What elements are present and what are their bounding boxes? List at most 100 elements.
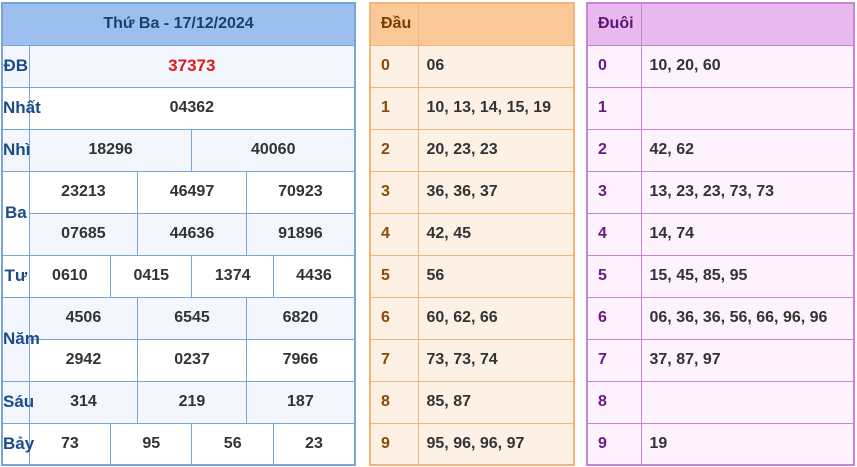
duoi-values: 37, 87, 97	[640, 338, 855, 382]
duoi-row: 2 42, 62	[586, 128, 855, 172]
dau-row: 6 60, 62, 66	[369, 296, 575, 340]
prize-value: 56	[191, 422, 274, 466]
dau-values: 42, 45	[417, 212, 575, 256]
duoi-key: 6	[586, 296, 642, 340]
dau-row: 8 85, 87	[369, 380, 575, 424]
duoi-values: 13, 23, 23, 73, 73	[640, 170, 855, 214]
duoi-values: 14, 74	[640, 212, 855, 256]
prize-value: 1374	[191, 254, 274, 298]
dau-key: 2	[369, 128, 419, 172]
dau-values: 73, 73, 74	[417, 338, 575, 382]
duoi-key: 0	[586, 44, 642, 88]
prize-value: 70923	[245, 170, 356, 214]
prize-label-sau: Sáu	[1, 380, 34, 424]
prize-row-nam-1: Năm 4506 6545 6820	[1, 296, 356, 382]
duoi-values: 10, 20, 60	[640, 44, 855, 88]
dau-key: 7	[369, 338, 419, 382]
prize-value: 314	[28, 380, 139, 424]
dau-row: 3 36, 36, 37	[369, 170, 575, 214]
prize-value: 73	[28, 422, 112, 466]
duoi-values	[640, 86, 855, 130]
dau-row: 1 10, 13, 14, 15, 19	[369, 86, 575, 130]
duoi-row: 6 06, 36, 36, 56, 66, 96, 96	[586, 296, 855, 340]
prize-value: 44636	[137, 212, 247, 256]
prize-value: 46497	[137, 170, 247, 214]
special-prize-value: 37373	[28, 44, 356, 88]
prize-label-nhi: Nhì	[1, 128, 30, 172]
dau-key: 6	[369, 296, 419, 340]
results-header-row: Thứ Ba - 17/12/2024	[1, 2, 356, 46]
prize-value: 0237	[137, 338, 247, 382]
duoi-values: 15, 45, 85, 95	[640, 254, 855, 298]
prize-value: 219	[137, 380, 247, 424]
prize-value: 07685	[28, 212, 139, 256]
duoi-header-row: Đuôi	[586, 2, 855, 46]
prize-label-ba: Ba	[1, 170, 30, 256]
duoi-row: 9 19	[586, 422, 855, 466]
duoi-values	[640, 380, 855, 424]
dau-values: 20, 23, 23	[417, 128, 575, 172]
duoi-row: 3 13, 23, 23, 73, 73	[586, 170, 855, 214]
prize-label-db: ĐB	[1, 44, 30, 88]
duoi-key: 5	[586, 254, 642, 298]
results-title: Thứ Ba - 17/12/2024	[1, 2, 356, 46]
duoi-row: 7 37, 87, 97	[586, 338, 855, 382]
prize-row-sau: Sáu 314 219 187	[1, 380, 356, 424]
prize-row-ba-2: 07685 44636 91896	[2, 212, 356, 256]
dau-key: 9	[369, 422, 419, 466]
prize-row-nhat: Nhất 04362	[1, 86, 356, 130]
dau-values: 95, 96, 96, 97	[417, 422, 575, 466]
prize-row-nam-2: 2942 0237 7966	[2, 338, 356, 382]
dau-header: Đầu	[369, 2, 419, 46]
prize-value: 2942	[28, 338, 139, 382]
prize-value: 04362	[28, 86, 356, 130]
prize-value: 0610	[28, 254, 112, 298]
prize-label-nhat: Nhất	[1, 86, 41, 130]
prize-value: 91896	[245, 212, 356, 256]
duoi-key: 8	[586, 380, 642, 424]
duoi-row: 5 15, 45, 85, 95	[586, 254, 855, 298]
duoi-values: 19	[640, 422, 855, 466]
prize-label-nam: Năm	[1, 296, 40, 382]
prize-value: 40060	[191, 128, 356, 172]
dau-row: 2 20, 23, 23	[369, 128, 575, 172]
dau-key: 8	[369, 380, 419, 424]
prize-row-tu: Tư 0610 0415 1374 4436	[1, 254, 356, 298]
prize-row-ba-1: Ba 23213 46497 70923	[1, 170, 356, 256]
prize-row-bay: Bảy 73 95 56 23	[1, 422, 356, 466]
prize-value: 0415	[110, 254, 193, 298]
dau-row: 4 42, 45	[369, 212, 575, 256]
dau-row: 0 06	[369, 44, 575, 88]
prize-value: 4506	[28, 296, 139, 340]
duoi-key: 4	[586, 212, 642, 256]
duoi-header: Đuôi	[586, 2, 642, 46]
dau-values: 56	[417, 254, 575, 298]
prize-value: 23213	[28, 170, 139, 214]
prize-value: 18296	[28, 128, 193, 172]
duoi-row: 1	[586, 86, 855, 130]
dau-row: 9 95, 96, 96, 97	[369, 422, 575, 466]
duoi-header-blank	[640, 2, 855, 46]
prize-label-tu: Tư	[1, 254, 30, 298]
prize-value: 4436	[272, 254, 356, 298]
dau-values: 60, 62, 66	[417, 296, 575, 340]
prize-value: 23	[272, 422, 356, 466]
dau-header-row: Đầu	[369, 2, 575, 46]
prize-label-bay: Bảy	[1, 422, 34, 466]
duoi-key: 7	[586, 338, 642, 382]
dau-values: 85, 87	[417, 380, 575, 424]
duoi-key: 1	[586, 86, 642, 130]
prize-value: 187	[245, 380, 356, 424]
duoi-row: 0 10, 20, 60	[586, 44, 855, 88]
duoi-key: 9	[586, 422, 642, 466]
prize-value: 95	[110, 422, 193, 466]
prize-value: 6820	[245, 296, 356, 340]
duoi-row: 4 14, 74	[586, 212, 855, 256]
prize-value: 6545	[137, 296, 247, 340]
dau-key: 0	[369, 44, 419, 88]
prize-row-nhi: Nhì 18296 40060	[1, 128, 356, 172]
dau-values: 06	[417, 44, 575, 88]
duoi-values: 42, 62	[640, 128, 855, 172]
dau-values: 36, 36, 37	[417, 170, 575, 214]
duoi-key: 2	[586, 128, 642, 172]
